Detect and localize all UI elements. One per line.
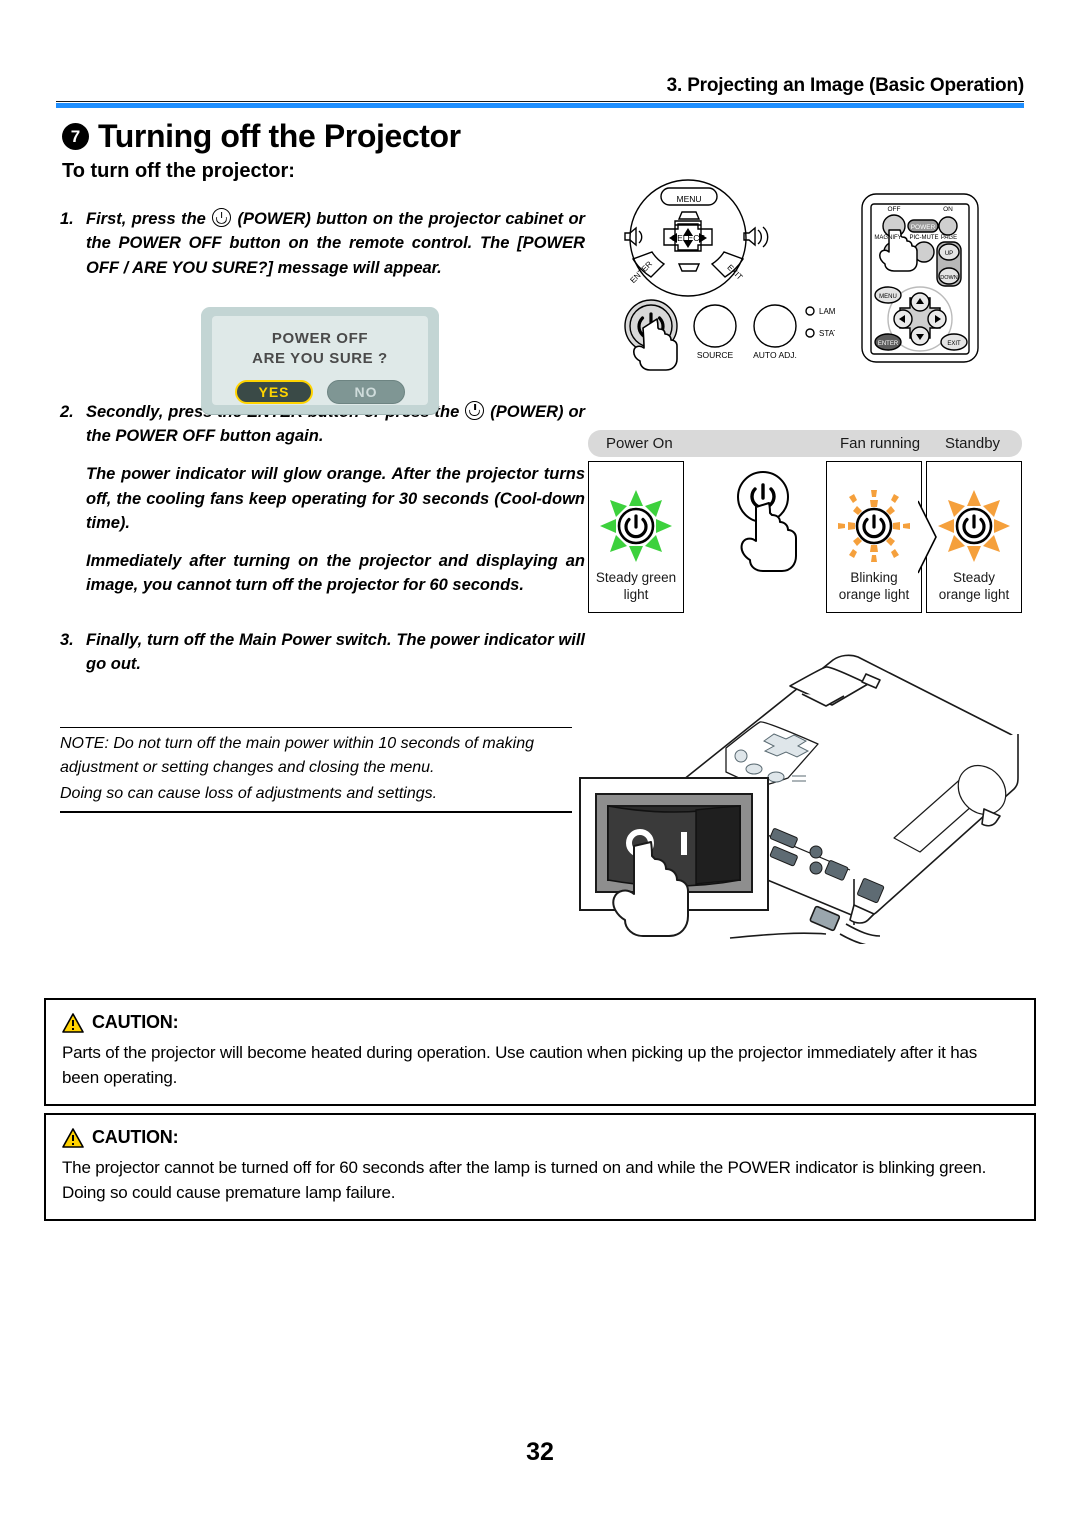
projector-illustration — [578, 638, 1024, 947]
label-menu: MENU — [879, 294, 897, 300]
label-power: POWER — [911, 224, 936, 231]
power-led-green — [598, 488, 674, 569]
caution-2-header: CAUTION: — [62, 1127, 1018, 1148]
dialog-buttons: YES NO — [212, 379, 428, 404]
chapter-title: 3. Projecting an Image (Basic Operation) — [666, 75, 1025, 96]
caption-steady-green: Steady green light — [595, 570, 677, 603]
note-text-2: Doing so can cause loss of adjustments a… — [60, 785, 438, 802]
label-fan-running: Fan running — [840, 435, 921, 452]
caution-1-header: CAUTION: — [62, 1012, 1018, 1033]
section-title: 7 Turning off the Projector — [62, 118, 461, 155]
power-icon — [212, 208, 232, 227]
header-rule-thin — [56, 100, 1024, 102]
note-block: NOTE: Do not turn off the main power wit… — [60, 727, 572, 813]
caution-1-label: CAUTION: — [92, 1012, 179, 1032]
step-1-number: 1. — [60, 210, 74, 228]
label-up: UP — [945, 251, 953, 257]
section-subhead: To turn off the projector: — [62, 160, 295, 182]
page-header: 3. Projecting an Image (Basic Operation) — [56, 75, 1025, 108]
instruction-steps: 1. First, press the (POWER) button on th… — [60, 207, 585, 678]
power-led-steady-orange — [936, 488, 1012, 569]
hand-pressing-power — [728, 467, 808, 607]
power-led-blinking-orange — [836, 488, 912, 569]
label-standby: Standby — [945, 435, 1001, 452]
note-text-1: NOTE: Do not turn off the main power wit… — [60, 735, 535, 776]
caution-2-label: CAUTION: — [92, 1127, 179, 1147]
indicator-box-steady-orange: Steady orange light — [926, 461, 1022, 613]
power-indicator-states: Power On Fan running Standby Steady gree… — [588, 430, 1022, 613]
indicator-box-steady-green: Steady green light — [588, 461, 684, 613]
indicator-state-bar: Power On Fan running Standby — [588, 430, 1022, 457]
label-select: SELECT — [671, 233, 704, 243]
label-down: DOWN — [940, 275, 957, 281]
label-off: OFF — [888, 206, 901, 213]
label-lamp: LAMP — [819, 307, 835, 316]
caution-box-1: CAUTION: Parts of the projector will bec… — [44, 998, 1036, 1107]
caption-blinking-orange: Blinking orange light — [838, 570, 910, 603]
step-2-paragraph-1: The power indicator will glow orange. Af… — [86, 465, 585, 532]
warning-triangle-icon — [62, 1127, 84, 1148]
section-number-badge: 7 — [62, 123, 89, 150]
step-1-text: First, press the (POWER) button on the p… — [86, 207, 585, 280]
step-3-text: Finally, turn off the Main Power switch.… — [86, 630, 585, 673]
label-pic-mute: PIC-MUTE — [910, 235, 939, 241]
label-on: ON — [943, 206, 953, 213]
label-power-on: Power On — [606, 435, 673, 452]
warning-triangle-icon — [62, 1012, 84, 1033]
label-menu: MENU — [676, 194, 701, 204]
chevron-right-icon — [917, 461, 940, 613]
indicator-boxes: Steady green light Blinking orange light… — [588, 461, 1022, 613]
no-button[interactable]: NO — [327, 379, 405, 404]
step-3-number: 3. — [60, 630, 74, 649]
label-source: SOURCE — [697, 350, 734, 360]
label-auto-adj: AUTO ADJ. — [753, 350, 797, 360]
indicator-box-blinking-orange: Blinking orange light — [826, 461, 922, 613]
yes-button[interactable]: YES — [235, 379, 313, 404]
dialog-line-1: POWER OFF — [271, 330, 369, 347]
dialog-line-2: ARE YOU SURE ? — [252, 350, 388, 368]
power-off-dialog-inner: POWER OFF ARE YOU SURE ? YES NO — [212, 316, 428, 405]
power-off-dialog: POWER OFF ARE YOU SURE ? YES NO — [201, 307, 439, 414]
label-page: PAGE — [941, 235, 957, 241]
page-number: 32 — [526, 1438, 554, 1466]
label-status: STATUS — [819, 329, 835, 338]
step-3: 3. Finally, turn off the Main Power swit… — [60, 628, 585, 677]
caption-steady-orange: Steady orange light — [938, 570, 1010, 603]
caution-1-body: Parts of the projector will become heate… — [62, 1043, 978, 1087]
note-bottom-rule — [60, 811, 572, 813]
caution-box-2: CAUTION: The projector cannot be turned … — [44, 1113, 1036, 1222]
header-rule-blue — [56, 102, 1024, 108]
power-icon — [465, 400, 485, 420]
caution-2-body: The projector cannot be turned off for 6… — [62, 1158, 987, 1202]
manual-page: 3. Projecting an Image (Basic Operation)… — [0, 0, 1080, 1524]
label-exit: EXIT — [947, 341, 961, 347]
label-magnify: MAGNIFY — [874, 235, 901, 241]
step-1: 1. First, press the (POWER) button on th… — [60, 207, 585, 280]
step-2-number: 2. — [60, 402, 74, 421]
control-panel-diagram: MENU SELECT ENTER EXIT SOURCE AUTO ADJ. … — [603, 176, 835, 376]
remote-control-diagram: OFF ON POWER MAGNIFY PIC-MUTE PAGE UP DO… — [858, 192, 982, 364]
label-enter: ENTER — [878, 341, 899, 347]
main-power-on-mark — [681, 832, 687, 855]
step-2-paragraph-2: Immediately after turning on the project… — [86, 552, 585, 595]
section-title-text: Turning off the Projector — [98, 118, 461, 154]
label-enter: ENTER — [628, 259, 654, 285]
step-1-text-before: First, press the — [86, 210, 206, 228]
